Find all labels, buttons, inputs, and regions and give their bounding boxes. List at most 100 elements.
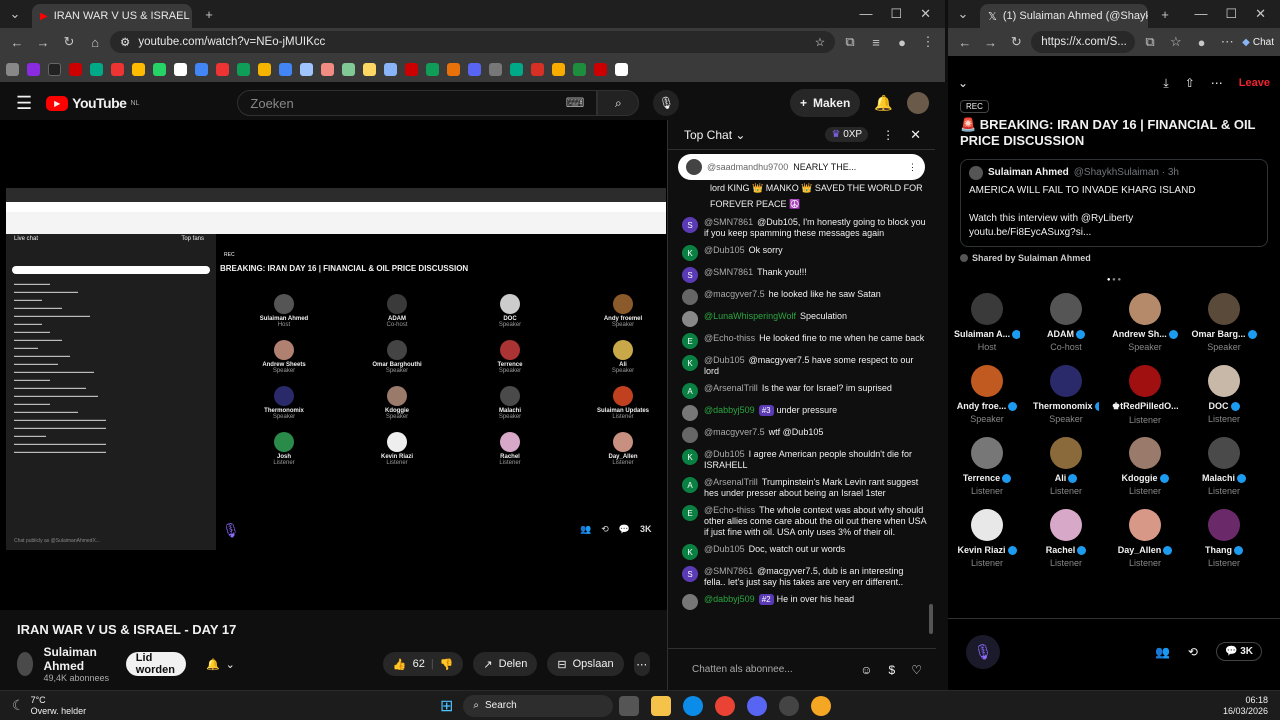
site-info-icon[interactable]: ⚙ — [120, 35, 130, 49]
profile-icon[interactable]: ● — [891, 31, 913, 53]
close-chat-icon[interactable]: ✕ — [910, 127, 921, 143]
chat-username[interactable]: @Dub105 — [704, 544, 745, 554]
bookmark-icon[interactable] — [489, 62, 502, 76]
minimize-icon[interactable]: — — [1194, 6, 1207, 22]
voice-search-icon[interactable]: 🎙 — [653, 90, 680, 116]
maximize-icon[interactable]: ☐ — [890, 6, 902, 22]
participant[interactable]: Day_Allen Listener — [1112, 509, 1178, 568]
chat-message[interactable]: @macgyver7.5 he looked like he saw Satan — [668, 286, 935, 308]
tab-x[interactable]: 𝕏(1) Sulaiman Ahmed (@ShaykhSul✕ — [980, 4, 1148, 28]
avatar[interactable]: E — [682, 333, 698, 349]
chat-message[interactable]: K @Dub105 @macgyver7.5 have some respect t… — [668, 352, 935, 380]
participant[interactable]: Kdoggie Listener — [1112, 437, 1178, 496]
tab-youtube[interactable]: ▶ IRAN WAR V US & ISRAEL ✕ — [32, 4, 192, 28]
chat-username[interactable]: @macgyver7.5 — [704, 289, 765, 299]
bookmark-icon[interactable] — [174, 62, 187, 76]
people-icon[interactable]: 👥 — [1155, 645, 1170, 659]
chat-message[interactable]: @dabbyj509 #3 under pressure — [668, 402, 935, 424]
app-icon[interactable] — [779, 695, 800, 716]
bookmark-icon[interactable] — [510, 62, 523, 76]
avatar[interactable]: S — [682, 217, 698, 233]
chrome-icon[interactable] — [715, 695, 736, 716]
bookmark-icon[interactable] — [216, 62, 229, 76]
bookmark-icon[interactable] — [258, 62, 271, 76]
address-bar[interactable]: https://x.com/S... — [1031, 31, 1136, 53]
pinned-message[interactable]: @saadmandhu9700 NEARLY THE... ⋮ — [678, 154, 925, 180]
chat-scrollbar[interactable] — [929, 604, 933, 634]
avatar[interactable]: A — [682, 383, 698, 399]
favorites-icon[interactable]: ☆ — [1165, 31, 1187, 53]
participant[interactable]: Omar Barg... Speaker — [1191, 293, 1257, 352]
bookmark-icon[interactable] — [69, 62, 82, 76]
chat-message[interactable]: K @Dub105 Ok sorry — [668, 242, 935, 264]
super-chat-icon[interactable]: $ — [889, 663, 896, 677]
bookmark-icon[interactable] — [27, 62, 40, 76]
copilot-chat-button[interactable]: ◆ Chat — [1242, 37, 1274, 48]
app-icon[interactable] — [811, 695, 832, 716]
chat-message[interactable]: S @SMN7861 Thank you!!! — [668, 264, 935, 286]
pinned-menu-icon[interactable]: ⋮ — [908, 162, 917, 173]
keyboard-icon[interactable]: ⌨ — [566, 95, 585, 111]
chat-message[interactable]: A @ArsenalTrill Trumpinstein's Mark Levin … — [668, 474, 935, 502]
participant[interactable]: Ali Listener — [1033, 437, 1099, 496]
window-close-icon[interactable]: ✕ — [920, 6, 931, 22]
participant[interactable]: Rachel Listener — [1033, 509, 1099, 568]
chat-username[interactable]: @SMN7861 — [704, 267, 753, 277]
chat-message[interactable]: @LunaWhisperingWolf Speculation — [668, 308, 935, 330]
participant[interactable]: Andrew Sh... Speaker — [1112, 293, 1178, 352]
avatar[interactable]: S — [682, 566, 698, 582]
participant[interactable]: Terrence Listener — [954, 437, 1020, 496]
youtube-logo[interactable]: ▶ YouTube NL — [46, 95, 139, 111]
chat-message[interactable]: S @SMN7861 @Dub105, I'm honestly going to … — [668, 214, 935, 242]
bookmark-icon[interactable] — [384, 62, 397, 76]
chat-message[interactable]: S @SMN7861 @macgyver7.5, dub is an interes… — [668, 563, 935, 591]
chat-username[interactable]: @Echo-thiss — [704, 333, 755, 343]
save-button[interactable]: ⊟ Opslaan — [547, 652, 624, 676]
bookmark-icon[interactable] — [615, 62, 628, 76]
bookmark-icon[interactable] — [132, 62, 145, 76]
bookmark-icon[interactable] — [468, 62, 481, 76]
chat-username[interactable]: @LunaWhisperingWolf — [704, 311, 796, 321]
request-mic-icon[interactable]: 🎙 — [966, 634, 1000, 669]
search-button[interactable]: ⌕ — [597, 90, 640, 116]
avatar[interactable] — [682, 311, 698, 327]
chat-username[interactable]: @ArsenalTrill — [704, 477, 758, 487]
points-badge[interactable]: ♛ 0XP — [825, 127, 869, 142]
heart-icon[interactable]: ♡ — [911, 663, 922, 677]
tab-list-icon[interactable]: ⌄ — [952, 3, 974, 25]
tab-list-icon[interactable]: ⌄ — [4, 3, 26, 25]
bookmark-icon[interactable] — [48, 62, 61, 76]
notification-bell-button[interactable]: 🔔 ⌄ — [196, 652, 245, 676]
bookmark-icon[interactable] — [195, 62, 208, 76]
search-input[interactable]: Zoeken ⌨ — [237, 90, 598, 116]
chat-message[interactable]: K @Dub105 Doc, watch out ur words — [668, 541, 935, 563]
participant[interactable]: ♚tRedPilledO... Listener — [1112, 365, 1178, 425]
taskbar-search[interactable]: ⌕ Search — [463, 694, 614, 717]
avatar[interactable]: K — [682, 449, 698, 465]
chat-message[interactable]: A @ArsenalTrill Is the war for Israel? im … — [668, 380, 935, 402]
channel-name[interactable]: Sulaiman Ahmed — [43, 645, 109, 673]
bookmark-icon[interactable] — [153, 62, 166, 76]
bookmark-icon[interactable] — [300, 62, 313, 76]
menu-icon[interactable]: ⋯ — [1216, 31, 1238, 53]
bookmark-icon[interactable] — [279, 62, 292, 76]
chat-message[interactable]: E @Echo-thiss The whole context was about … — [668, 502, 935, 541]
clock[interactable]: 06:18 16/03/2026 — [1223, 695, 1280, 717]
back-icon[interactable]: ← — [954, 31, 976, 53]
bookmark-icon[interactable] — [363, 62, 376, 76]
chat-username[interactable]: @Dub105 — [704, 449, 745, 459]
new-tab-icon[interactable]: + — [1154, 3, 1176, 25]
participant[interactable]: Sulaiman A... Host — [954, 293, 1020, 352]
participant[interactable]: Andy froe... Speaker — [954, 365, 1020, 424]
collapse-icon[interactable]: ⌄ — [958, 76, 968, 90]
pinned-post[interactable]: Sulaiman Ahmed @ShaykhSulaiman · 3h AMERI… — [960, 159, 1268, 247]
leave-button[interactable]: Leave — [1239, 77, 1270, 89]
post-link[interactable]: youtu.be/Fi8EycASuxg?si... — [969, 226, 1259, 240]
edge-icon[interactable] — [683, 695, 704, 716]
participant[interactable]: ADAM Co-host — [1033, 293, 1099, 352]
avatar[interactable] — [682, 405, 698, 421]
participant[interactable]: Malachi Listener — [1191, 437, 1257, 496]
create-button[interactable]: + Maken — [789, 89, 861, 117]
chat-message[interactable]: K @Dub105 I agree American people shouldn'… — [668, 446, 935, 474]
account-avatar[interactable] — [907, 92, 929, 114]
